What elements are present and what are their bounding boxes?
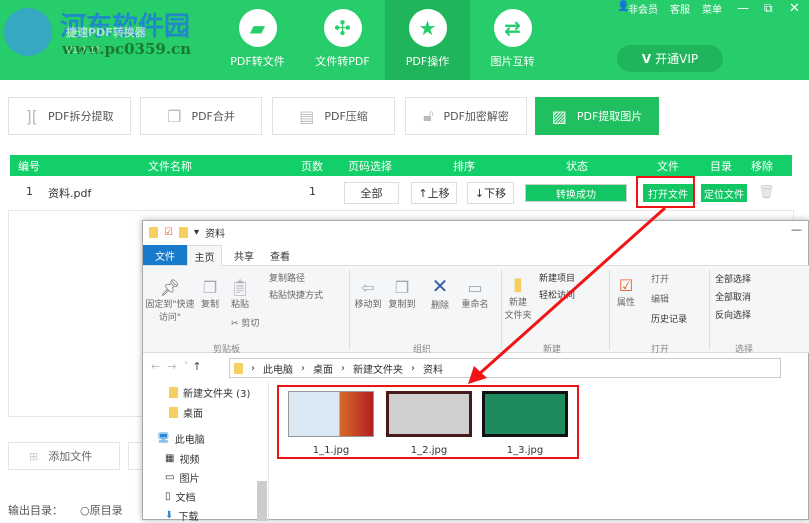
arrow-line xyxy=(477,206,666,377)
annotation-arrow xyxy=(468,206,666,384)
tab-home[interactable]: 主页 xyxy=(187,245,222,266)
